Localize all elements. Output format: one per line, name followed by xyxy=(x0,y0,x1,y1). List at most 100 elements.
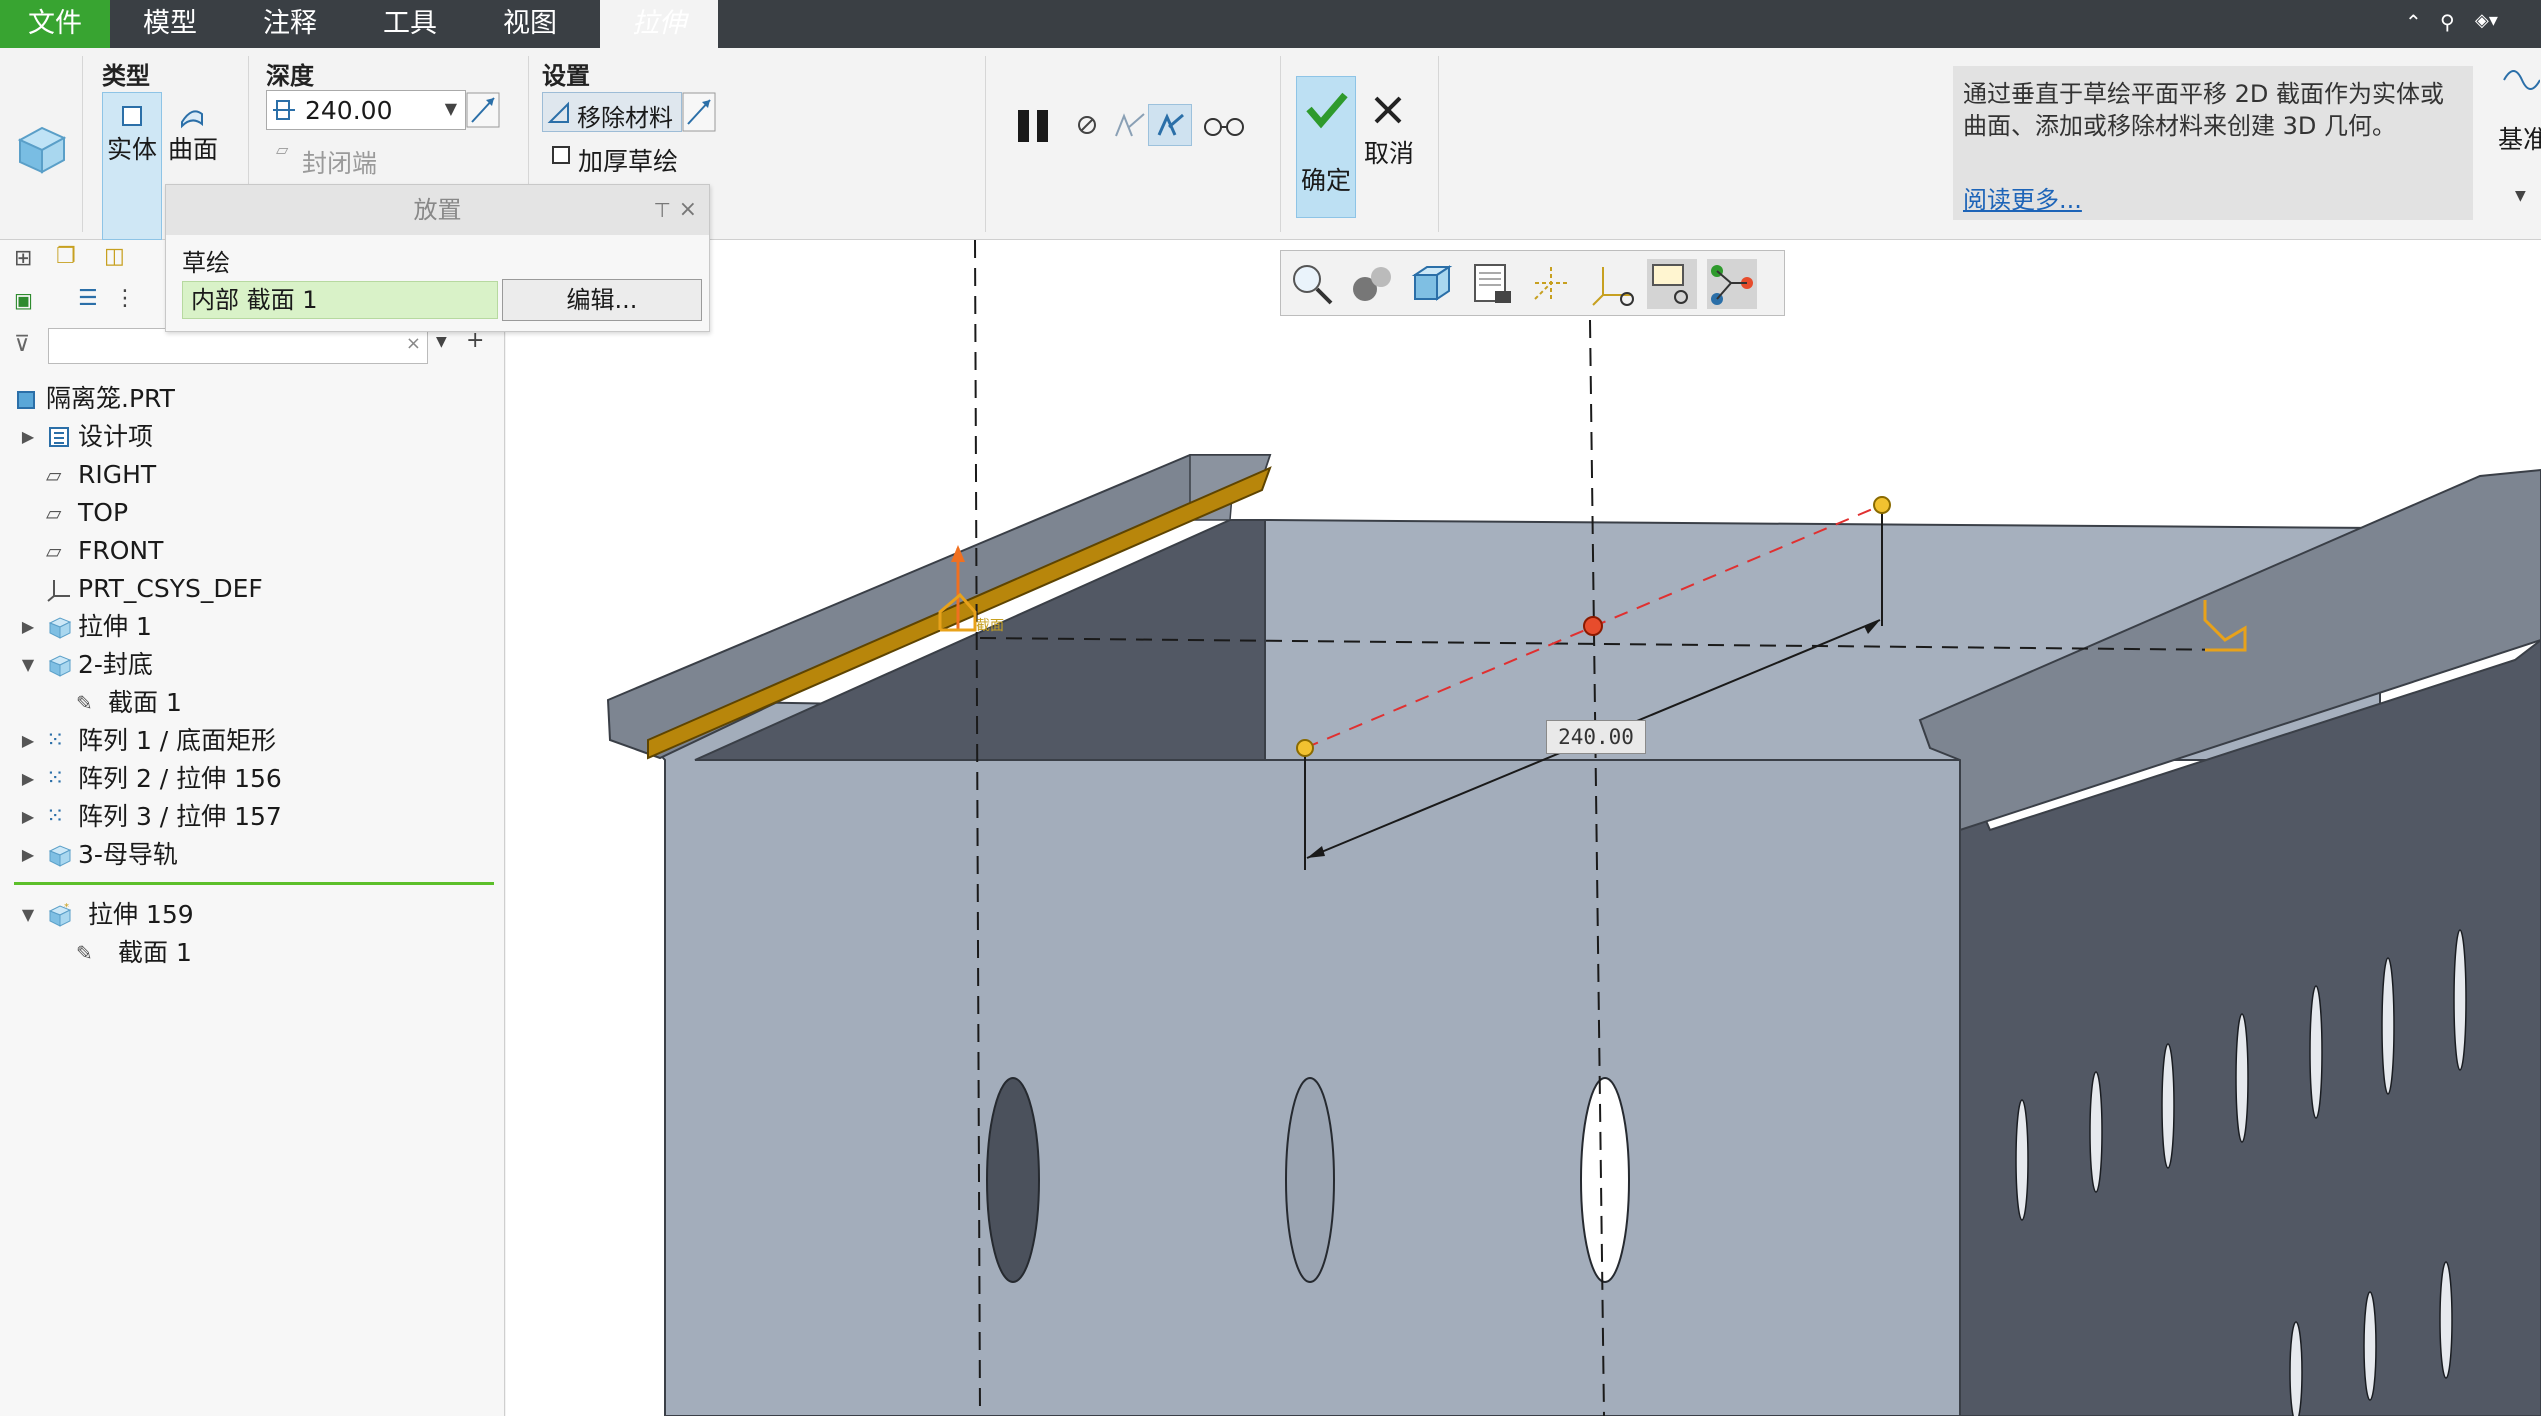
slot-hole xyxy=(1285,1077,1335,1283)
no-preview-icon[interactable] xyxy=(1074,112,1100,138)
depth-handle xyxy=(1873,496,1891,514)
collapse-arrow-icon[interactable]: ▼ xyxy=(18,896,38,934)
close-icon[interactable]: × xyxy=(679,185,697,235)
read-more-link[interactable]: 阅读更多... xyxy=(1963,180,2082,215)
expand-arrow-icon[interactable]: ▶ xyxy=(18,798,38,836)
cancel-x-icon[interactable] xyxy=(1370,92,1406,128)
edit-sketch-button[interactable]: 编辑... xyxy=(502,279,702,321)
expand-arrow-icon[interactable]: ▶ xyxy=(18,760,38,798)
placement-panel: 放置 ⊤ × 草绘 内部 截面 1 编辑... xyxy=(165,184,710,332)
tree-item-csys[interactable]: PRT_CSYS_DEF xyxy=(0,570,505,608)
remove-material-icon xyxy=(547,101,569,123)
saved-orientations-icon[interactable] xyxy=(1407,259,1457,309)
tree-item-extrude-159[interactable]: ▼ * 拉伸 159 xyxy=(0,896,505,934)
datum-display-icon[interactable] xyxy=(1527,259,1577,309)
verify-glasses-icon[interactable] xyxy=(1202,110,1246,140)
depth-value-field[interactable]: 240.00 ▼ xyxy=(266,90,466,130)
tree-item-top-plane[interactable]: ▱ TOP xyxy=(0,494,505,532)
view-manager-icon[interactable] xyxy=(1467,259,1517,309)
ok-button[interactable]: 确定 xyxy=(1296,76,1356,218)
solid-icon xyxy=(122,106,142,126)
surface-icon[interactable] xyxy=(178,102,206,130)
tree-item-front-plane[interactable]: ▱ FRONT xyxy=(0,532,505,570)
tree-root[interactable]: 隔离笼.PRT xyxy=(0,380,505,418)
remove-material-button[interactable]: 移除材料 xyxy=(542,92,682,132)
insert-here-marker[interactable] xyxy=(14,882,494,885)
tab-file[interactable]: 文件 xyxy=(0,0,110,48)
collapse-arrow-icon[interactable]: ▼ xyxy=(18,646,38,684)
thicken-sketch-checkbox[interactable] xyxy=(552,146,570,164)
show-icon[interactable]: ▣ xyxy=(14,288,33,312)
tab-model[interactable]: 模型 xyxy=(110,0,230,48)
surface-button[interactable]: 曲面 xyxy=(168,130,218,166)
expand-arrow-icon[interactable]: ▶ xyxy=(18,722,38,760)
capped-ends-option[interactable]: 封闭端 xyxy=(302,144,377,180)
ok-check-icon xyxy=(1306,92,1348,129)
depth-handle xyxy=(1296,739,1314,757)
flip-depth-direction-icon[interactable] xyxy=(466,92,500,128)
tree-columns-icon[interactable]: ⋮ xyxy=(114,286,136,311)
datum-dropdown-icon[interactable]: ▼ xyxy=(2515,188,2526,204)
tree-item-design-items[interactable]: ▶ 设计项 xyxy=(0,418,505,456)
flip-material-side-icon[interactable] xyxy=(682,92,716,132)
minimize-ribbon-icon[interactable]: ⌃ xyxy=(2405,10,2422,34)
tree-item-extrude-1[interactable]: ▶ 拉伸 1 xyxy=(0,608,505,646)
expand-arrow-icon[interactable]: ▶ xyxy=(18,418,38,456)
tab-view[interactable]: 视图 xyxy=(470,0,590,48)
extrude-feature-icon xyxy=(17,126,67,174)
datum-button[interactable]: 基准 xyxy=(2498,120,2541,156)
pause-icon[interactable] xyxy=(1016,106,1052,146)
graphics-window[interactable]: 截面 240.00 xyxy=(506,240,2541,1416)
tab-annotate[interactable]: 注释 xyxy=(230,0,350,48)
tree-item-section-1-new[interactable]: ✎ 截面 1 xyxy=(0,934,505,972)
datum-plane-icon: ▱ xyxy=(46,463,62,487)
spin-center-icon[interactable] xyxy=(1707,259,1757,309)
cancel-button[interactable]: 取消 xyxy=(1364,134,1414,170)
separate-preview-icon[interactable] xyxy=(1112,108,1148,142)
clear-search-icon[interactable]: × xyxy=(406,333,421,354)
sketch-new-icon: ✎ xyxy=(76,941,93,965)
tree-item-right-plane[interactable]: ▱ RIGHT xyxy=(0,456,505,494)
tree-search-input[interactable]: × xyxy=(48,328,428,364)
display-style-icon[interactable] xyxy=(1347,259,1397,309)
depth-dimension-value[interactable]: 240.00 xyxy=(1546,720,1646,754)
extrude-icon xyxy=(48,845,72,867)
tab-extrude[interactable]: 拉伸 xyxy=(600,0,718,48)
csys-display-icon[interactable] xyxy=(1587,259,1637,309)
tree-item-pattern-1[interactable]: ▶ ⁙ 阵列 1 / 底面矩形 xyxy=(0,722,505,760)
tree-item-bottom-seal[interactable]: ▼ 2-封底 xyxy=(0,646,505,684)
refit-icon[interactable] xyxy=(1287,259,1337,309)
help-center-icon[interactable]: ◈▾ xyxy=(2475,10,2498,31)
pattern-icon: ⁙ xyxy=(46,728,65,753)
favorites-icon[interactable]: ◫ xyxy=(104,244,125,269)
tree-item-section-1[interactable]: ✎ 截面 1 xyxy=(0,684,505,722)
tree-settings-icon[interactable]: ☰ xyxy=(78,286,98,311)
expand-arrow-icon[interactable]: ▶ xyxy=(18,608,38,646)
extrude-new-icon: * xyxy=(48,902,72,927)
coordinate-system-icon xyxy=(47,580,70,602)
blind-depth-icon xyxy=(273,100,295,120)
search-dropdown-icon[interactable]: ▼ xyxy=(436,334,447,350)
thicken-sketch-label: 加厚草绘 xyxy=(578,147,679,176)
datum-icon[interactable] xyxy=(2500,58,2540,98)
filter-icon[interactable]: ⊽ xyxy=(14,332,30,357)
connected-preview-icon xyxy=(1157,113,1184,136)
dropdown-arrow-icon[interactable]: ▼ xyxy=(445,99,457,118)
sketch-icon: ✎ xyxy=(76,691,93,715)
graphics-toolbar xyxy=(1280,250,1785,316)
annotation-display-icon[interactable] xyxy=(1647,259,1697,309)
tab-tools[interactable]: 工具 xyxy=(350,0,470,48)
sketch-collector[interactable]: 内部 截面 1 xyxy=(182,281,498,319)
tree-item-main-rail[interactable]: ▶ 3-母导轨 xyxy=(0,836,505,874)
depth-value[interactable]: 240.00 xyxy=(305,96,392,125)
search-icon[interactable]: ⚲ xyxy=(2440,10,2455,34)
expand-arrow-icon[interactable]: ▶ xyxy=(18,836,38,874)
tree-item-pattern-3[interactable]: ▶ ⁙ 阵列 3 / 拉伸 157 xyxy=(0,798,505,836)
model-tree-panel: ⊞ ❐ ◫ ▣ ☰ ⋮ ⊽ × ▼ + 隔离笼.PRT ▶ 设计项 ▱ RIGH… xyxy=(0,240,505,1416)
pin-icon[interactable]: ⊤ xyxy=(654,185,671,235)
connected-preview-button[interactable] xyxy=(1148,104,1192,146)
layer-tree-icon[interactable]: ❐ xyxy=(56,244,76,269)
model-tree-icon[interactable]: ⊞ xyxy=(14,246,32,271)
tree-item-pattern-2[interactable]: ▶ ⁙ 阵列 2 / 拉伸 156 xyxy=(0,760,505,798)
model-3d-view[interactable]: 截面 xyxy=(506,240,2541,1416)
